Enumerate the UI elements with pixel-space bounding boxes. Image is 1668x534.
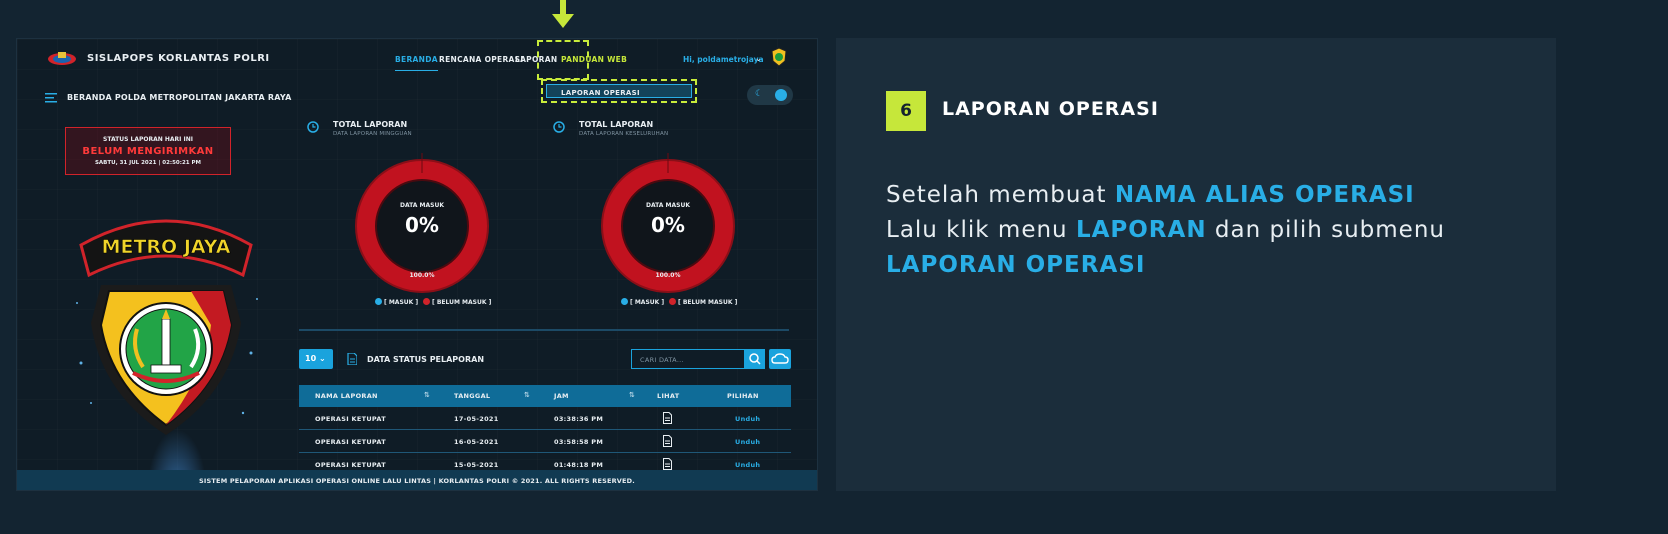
laporan-dropdown: LAPORAN OPERASI [541,79,697,103]
donut-center-value: 0% [405,213,439,237]
pointer-arrow-icon [552,0,574,28]
legend-masuk: [ MASUK ] [621,298,664,306]
status-label: STATUS LAPORAN HARI INI [103,136,193,143]
stat-title-weekly: TOTAL LAPORAN [333,120,408,129]
cell-tanggal: 16-05-2021 [454,438,499,446]
cell-tanggal: 17-05-2021 [454,415,499,423]
cell-nama: OPERASI KETUPAT [315,461,386,469]
search-icon[interactable] [745,349,765,369]
table-title: DATA STATUS PELAPORAN [367,355,485,364]
donut-center-value: 0% [651,213,685,237]
legend-masuk: [ MASUK ] [375,298,418,306]
app-screenshot: SISLAPOPS KORLANTAS POLRI BERANDA RENCAN… [16,38,818,491]
step-description: Setelah membuat NAMA ALIAS OPERASI Lalu … [886,182,1445,278]
app-brand: SISLAPOPS KORLANTAS POLRI [87,53,270,64]
toggle-knob [775,89,787,101]
step-title: LAPORAN OPERASI [942,98,1159,120]
cell-tanggal: 15-05-2021 [454,461,499,469]
download-link[interactable]: Unduh [735,415,760,423]
legend-belum-masuk: [ BELUM MASUK ] [669,298,737,306]
moon-icon: ☾ [755,89,764,99]
table-header: NAMA LAPORAN ⇅ TANGGAL ⇅ JAM ⇅ LIHAT PIL… [299,385,791,407]
svg-text:METRO JAYA: METRO JAYA [102,236,231,258]
section-divider [299,329,789,331]
police-badge-icon [771,47,787,67]
col-jam[interactable]: JAM [554,392,569,400]
breadcrumb: BERANDA POLDA METROPOLITAN JAKARTA RAYA [67,93,292,102]
col-lihat: LIHAT [657,392,680,400]
metro-jaya-emblem: METRO JAYA [76,219,258,435]
user-menu[interactable]: Hi, poldametrojaya [683,55,764,64]
dropdown-item-laporan-operasi[interactable]: LAPORAN OPERASI [546,84,692,98]
donut-center-label: DATA MASUK [400,202,444,209]
stat-subtitle-overall: DATA LAPORAN KESELURUHAN [579,131,669,137]
nav-beranda[interactable]: BERANDA [395,55,438,71]
col-tanggal[interactable]: TANGGAL [454,392,490,400]
sort-icon[interactable]: ⇅ [424,391,430,399]
nav-rencana-operasi[interactable]: RENCANA OPERASI [439,55,523,64]
chevron-down-icon[interactable]: ⌄ [755,54,762,63]
stat-subtitle-weekly: DATA LAPORAN MINGGUAN [333,131,412,137]
instruction-panel: 6 LAPORAN OPERASI Setelah membuat NAMA A… [836,38,1556,491]
view-file-icon[interactable] [663,458,672,470]
donut-center-label: DATA MASUK [646,202,690,209]
view-file-icon[interactable] [663,435,672,447]
clock-icon [553,121,565,133]
laporan-highlight [537,40,589,80]
tutorial-slide: SISLAPOPS KORLANTAS POLRI BERANDA RENCAN… [0,0,1668,534]
status-date: SABTU, 31 JUL 2021 | 02:50:21 PM [94,160,202,166]
cloud-download-icon[interactable] [769,349,791,369]
donut-bottom-pct: 100.0% [409,272,435,279]
page-size-select[interactable]: 10 ⌄ [299,349,333,369]
cell-nama: OPERASI KETUPAT [315,415,386,423]
clock-icon [307,121,319,133]
cell-jam: 01:48:18 PM [554,461,604,469]
table-row: OPERASI KETUPAT 16-05-2021 03:58:58 PM U… [299,430,791,453]
table-row: OPERASI KETUPAT 17-05-2021 03:38:36 PM U… [299,407,791,430]
document-icon [347,353,357,365]
sort-icon[interactable]: ⇅ [524,391,530,399]
cell-jam: 03:38:36 PM [554,415,604,423]
daily-status-box: STATUS LAPORAN HARI INI BELUM MENGIRIMKA… [65,127,231,175]
legend-belum-masuk: [ BELUM MASUK ] [423,298,491,306]
donut-bottom-pct: 100.0% [655,272,681,279]
chevron-down-icon: ⌄ [318,354,326,363]
korlantas-logo-icon [48,52,76,65]
stat-title-overall: TOTAL LAPORAN [579,120,654,129]
top-navbar: SISLAPOPS KORLANTAS POLRI BERANDA RENCAN… [17,39,817,81]
search-input[interactable]: CARI DATA... [631,349,745,369]
col-nama-laporan[interactable]: NAMA LAPORAN [315,392,378,400]
download-link[interactable]: Unduh [735,438,760,446]
col-pilihan: PILIHAN [727,392,759,400]
sort-icon[interactable]: ⇅ [629,391,635,399]
status-value: BELUM MENGIRIMKAN [82,146,214,157]
app-footer: SISTEM PELAPORAN APLIKASI OPERASI ONLINE… [17,470,817,490]
step-number: 6 [886,91,926,131]
theme-toggle[interactable]: ☾ [747,85,793,105]
download-link[interactable]: Unduh [735,461,760,469]
cell-jam: 03:58:58 PM [554,438,604,446]
menu-icon[interactable] [45,93,57,103]
cell-nama: OPERASI KETUPAT [315,438,386,446]
view-file-icon[interactable] [663,412,672,424]
